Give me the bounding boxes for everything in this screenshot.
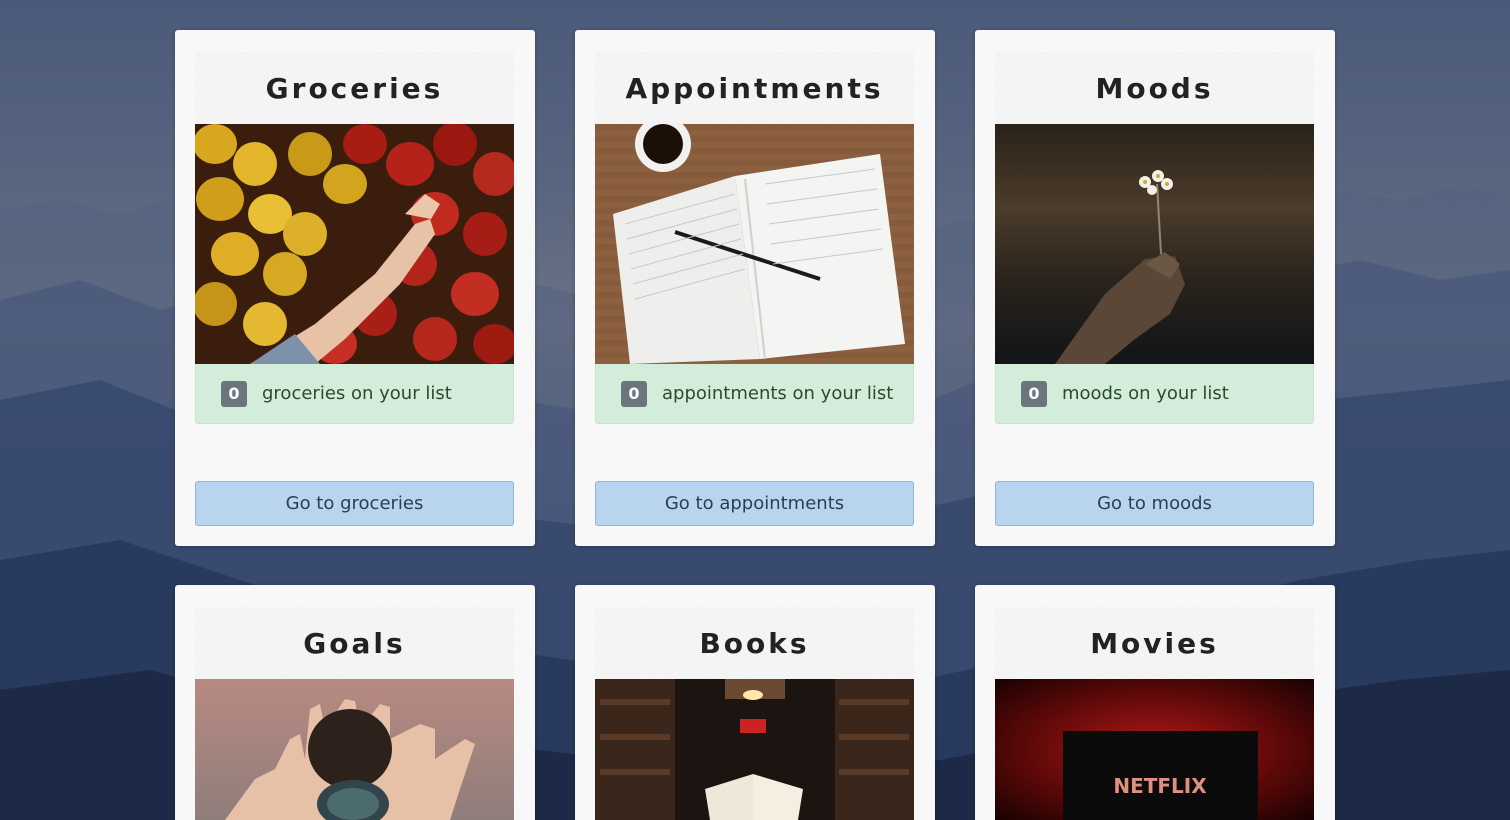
card-header: Goals: [195, 607, 514, 679]
card-groceries: Groceries 0 groceries on your list Go to…: [175, 30, 535, 546]
peppers-image: [195, 124, 514, 364]
count-badge: 0: [1021, 380, 1047, 407]
flower-image: [995, 124, 1314, 364]
netflix-logo-text: NETFLIX: [1113, 774, 1207, 798]
netflix-image: NETFLIX: [995, 679, 1314, 820]
go-to-appointments-button[interactable]: Go to appointments: [595, 481, 914, 526]
card-goals: Goals: [175, 585, 535, 820]
notebook-image: [595, 124, 914, 364]
card-title: Books: [699, 626, 810, 660]
count-badge: 0: [221, 380, 247, 407]
card-appointments: Appointments 0 appointments on your list…: [575, 30, 935, 546]
go-to-groceries-button[interactable]: Go to groceries: [195, 481, 514, 526]
card-header: Movies: [995, 607, 1314, 679]
card-header: Appointments: [595, 52, 914, 124]
card-title: Goals: [303, 626, 406, 660]
compass-image: [195, 679, 514, 820]
item-count-bar: 0 appointments on your list: [595, 364, 914, 424]
card-movies: Movies NETFLIX: [975, 585, 1335, 820]
card-title: Movies: [1090, 626, 1219, 660]
card-books: Books: [575, 585, 935, 820]
count-label: appointments on your list: [662, 383, 894, 404]
count-label: groceries on your list: [262, 383, 452, 404]
item-count-bar: 0 groceries on your list: [195, 364, 514, 424]
card-title: Appointments: [625, 71, 884, 105]
library-image: [595, 679, 914, 820]
item-count-bar: 0 moods on your list: [995, 364, 1314, 424]
card-header: Groceries: [195, 52, 514, 124]
card-header: Books: [595, 607, 914, 679]
count-badge: 0: [621, 380, 647, 407]
card-title: Groceries: [265, 71, 444, 105]
count-label: moods on your list: [1062, 383, 1229, 404]
go-to-moods-button[interactable]: Go to moods: [995, 481, 1314, 526]
card-title: Moods: [1095, 71, 1214, 105]
card-moods: Moods 0 moods on your list Go to moods: [975, 30, 1335, 546]
card-header: Moods: [995, 52, 1314, 124]
